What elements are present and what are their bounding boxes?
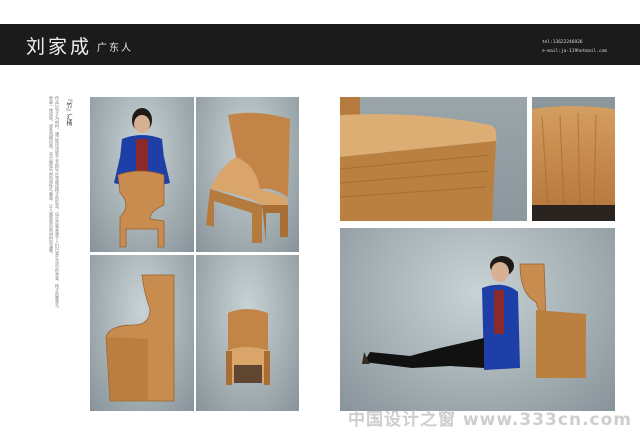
photo-designer-with-chair xyxy=(90,97,194,252)
work-title: 『竹』汇椅 xyxy=(65,96,72,126)
work-description: 作品以竹子为材料，通过热压成型工艺把竹片弯曲成椅子的形态。设计灵感来源于人们日常… xyxy=(49,96,60,308)
designer-with-chair-illustration xyxy=(114,108,170,248)
photo-chair-side xyxy=(90,255,194,411)
email-text: e-mail:ja-119hotmail.com xyxy=(541,49,607,54)
designer-name: 刘家成 xyxy=(26,36,93,58)
chair-front-illustration xyxy=(226,309,270,385)
header-bar: 刘家成 广东人 tel:13622246926 e-mail:ja-119hot… xyxy=(0,24,640,65)
photo-seat-closeup xyxy=(340,97,527,221)
photo-chair-front xyxy=(196,255,299,411)
sidebar-text: 『竹』汇椅 作品以竹子为材料，通过热压成型工艺把竹片弯曲成椅子的形态。设计灵感来… xyxy=(20,96,82,316)
designer-sitting-illustration xyxy=(362,256,586,378)
designer-region: 广东人 xyxy=(97,43,133,54)
photo-texture-closeup xyxy=(532,97,615,221)
chair-side-illustration xyxy=(105,274,175,402)
photo-designer-sitting xyxy=(340,228,615,411)
watermark-text: 中国设计之窗 www.333cn.com xyxy=(348,410,632,430)
photo-chair-angle xyxy=(196,97,299,252)
contact-info: tel:13622246926 e-mail:ja-119hotmail.com xyxy=(542,38,607,56)
texture-closeup-illustration xyxy=(532,97,615,221)
chair-angle-illustration xyxy=(206,112,290,243)
phone-text: tel:13622246926 xyxy=(541,40,583,45)
seat-closeup-illustration xyxy=(340,97,497,221)
